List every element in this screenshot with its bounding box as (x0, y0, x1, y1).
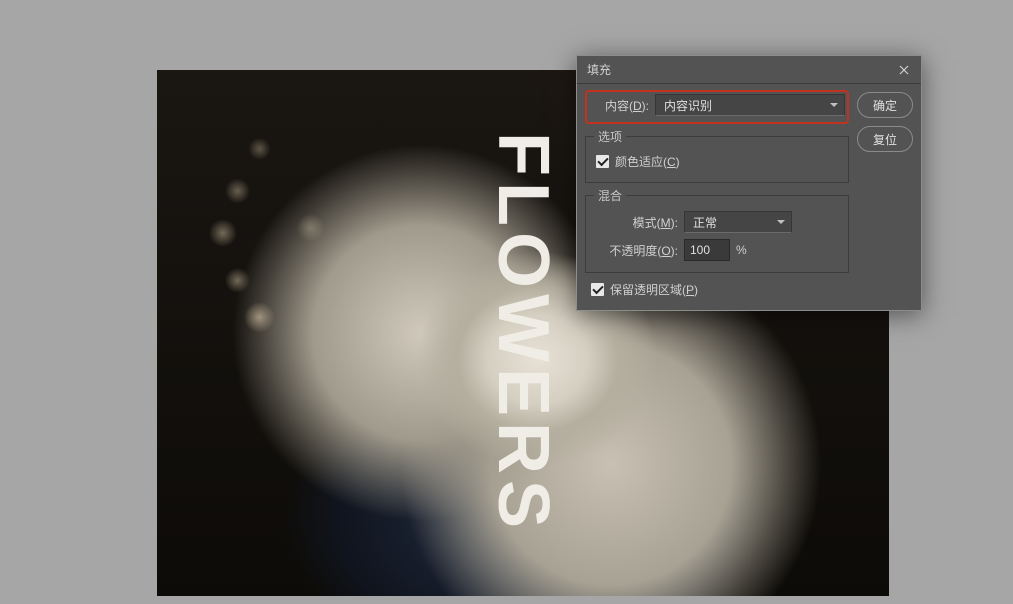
mode-label: 模式(M): (596, 214, 678, 231)
dialog-body: 内容(D): 内容识别 选项 颜色适应(C) 混合 (577, 84, 921, 310)
content-select-value: 内容识别 (664, 97, 712, 114)
opacity-label: 不透明度(O): (596, 242, 678, 259)
color-adaptive-label: 颜色适应(C) (615, 153, 680, 170)
opacity-unit: % (736, 243, 747, 257)
dialog-buttons: 确定 复位 (857, 90, 913, 302)
reset-button[interactable]: 复位 (857, 126, 913, 152)
color-adaptive-row[interactable]: 颜色适应(C) (594, 149, 840, 174)
blend-legend: 混合 (594, 187, 626, 204)
close-button[interactable] (893, 60, 915, 80)
dialog-main: 内容(D): 内容识别 选项 颜色适应(C) 混合 (585, 90, 849, 302)
fill-dialog: 填充 内容(D): 内容识别 选项 (576, 55, 922, 311)
preserve-transparent-checkbox[interactable] (591, 283, 604, 296)
ok-button[interactable]: 确定 (857, 92, 913, 118)
color-adaptive-checkbox[interactable] (596, 155, 609, 168)
dialog-titlebar[interactable]: 填充 (577, 56, 921, 84)
mode-select-value: 正常 (693, 214, 717, 231)
preserve-transparent-row[interactable]: 保留透明区域(P) (585, 277, 849, 302)
canvas-overlay-text: FLOWERS (482, 132, 564, 534)
content-row-highlight: 内容(D): 内容识别 (585, 90, 849, 124)
opacity-input[interactable] (684, 239, 730, 261)
opacity-row: 不透明度(O): % (594, 236, 840, 264)
content-label: 内容(D): (589, 97, 649, 114)
mode-row: 模式(M): 正常 (594, 208, 840, 236)
blend-fieldset: 混合 模式(M): 正常 不透明度(O): % (585, 187, 849, 273)
options-legend: 选项 (594, 128, 626, 145)
chevron-down-icon (777, 220, 785, 224)
close-icon (899, 65, 909, 75)
preserve-transparent-label: 保留透明区域(P) (610, 281, 698, 298)
chevron-down-icon (830, 103, 838, 107)
mode-select[interactable]: 正常 (684, 211, 792, 233)
dialog-title: 填充 (587, 61, 611, 78)
content-select[interactable]: 内容识别 (655, 94, 845, 116)
options-fieldset: 选项 颜色适应(C) (585, 128, 849, 183)
